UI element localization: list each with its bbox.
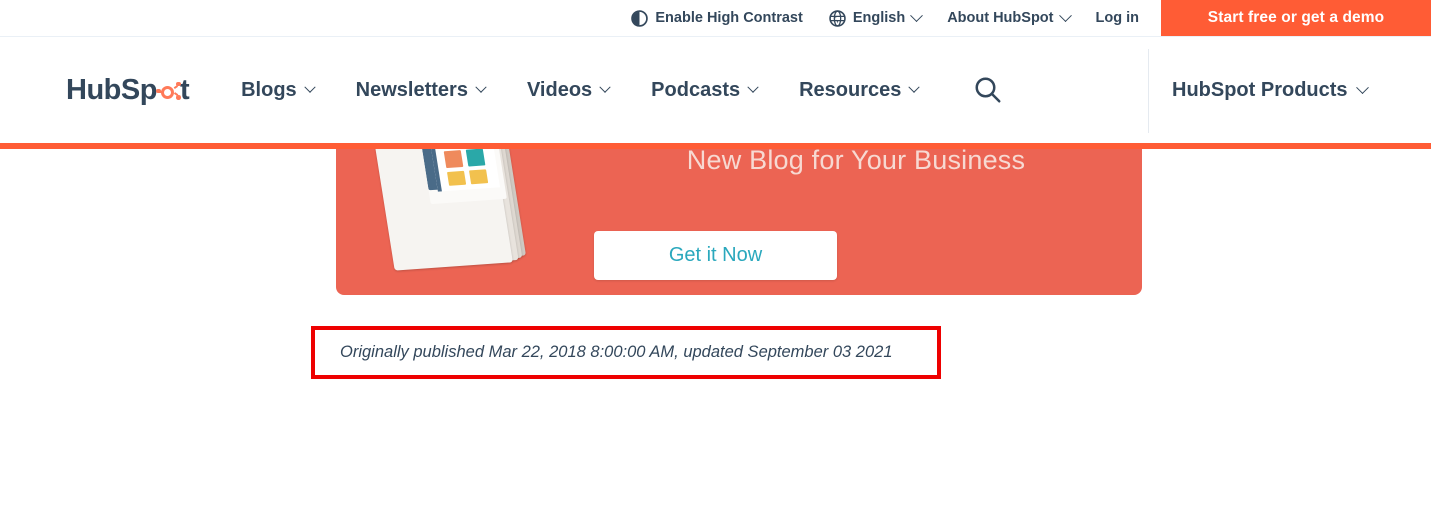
nav-item-newsletters[interactable]: Newsletters — [355, 78, 487, 102]
about-hubspot-menu[interactable]: About HubSpot — [947, 0, 1072, 36]
chevron-down-icon — [910, 8, 924, 22]
search-icon — [973, 75, 1003, 105]
chevron-down-icon — [475, 81, 487, 93]
get-it-now-button[interactable]: Get it Now — [594, 231, 837, 280]
chevron-down-icon — [304, 81, 316, 93]
start-free-or-get-a-demo-button[interactable]: Start free or get a demo — [1161, 0, 1431, 36]
chevron-down-icon — [908, 81, 921, 93]
cta-banner[interactable]: New Blog for Your Business Get it Now — [336, 149, 1142, 295]
page-root: Enable High Contrast English About HubSp… — [0, 0, 1431, 505]
nav-links: Blogs Newsletters Videos Podcasts Resour… — [241, 70, 1008, 110]
nav-label: Newsletters — [355, 78, 468, 101]
chevron-down-icon — [747, 81, 759, 93]
logo-text-after: t — [179, 73, 190, 106]
sprocket-icon — [155, 80, 181, 101]
language-label: English — [852, 9, 906, 26]
hubspot-products-menu[interactable]: HubSpot Products — [1172, 78, 1369, 102]
chevron-down-icon — [1355, 80, 1369, 94]
login-label: Log in — [1095, 9, 1140, 26]
main-navigation: HubSp t Blogs Newsletters Videos Podcast… — [0, 36, 1431, 143]
ebook-illustration — [370, 149, 552, 291]
about-hubspot-label: About HubSpot — [947, 9, 1054, 26]
nav-item-videos[interactable]: Videos — [526, 78, 611, 102]
cta-banner-surface: New Blog for Your Business Get it Now — [336, 149, 1142, 295]
login-link[interactable]: Log in — [1096, 0, 1140, 36]
enable-high-contrast-button[interactable]: Enable High Contrast — [631, 0, 803, 36]
high-contrast-label: Enable High Contrast — [655, 9, 803, 26]
published-date-highlight: Originally published Mar 22, 2018 8:00:0… — [311, 326, 941, 379]
nav-label: Resources — [799, 78, 902, 101]
language-selector[interactable]: English — [829, 0, 924, 36]
globe-icon — [829, 9, 846, 27]
published-date-text: Originally published Mar 22, 2018 8:00:0… — [340, 343, 893, 361]
nav-label: Videos — [526, 78, 593, 101]
utility-bar: Enable High Contrast English About HubSp… — [0, 0, 1431, 36]
nav-item-blogs[interactable]: Blogs — [241, 78, 316, 102]
chevron-down-icon — [599, 81, 611, 93]
search-button[interactable] — [968, 70, 1008, 110]
cta-headline: New Blog for Your Business — [686, 149, 1026, 175]
nav-label: Podcasts — [651, 78, 741, 101]
hubspot-logo[interactable]: HubSp t — [66, 73, 190, 107]
products-label: HubSpot Products — [1172, 78, 1348, 101]
nav-item-resources[interactable]: Resources — [799, 78, 921, 102]
nav-item-podcasts[interactable]: Podcasts — [651, 78, 759, 102]
contrast-icon — [631, 9, 649, 27]
chevron-down-icon — [1058, 8, 1072, 22]
nav-divider — [1148, 49, 1149, 133]
article-content: New Blog for Your Business Get it Now Or… — [0, 149, 1431, 505]
logo-text-before: HubSp — [66, 73, 157, 106]
nav-label: Blogs — [241, 78, 297, 101]
